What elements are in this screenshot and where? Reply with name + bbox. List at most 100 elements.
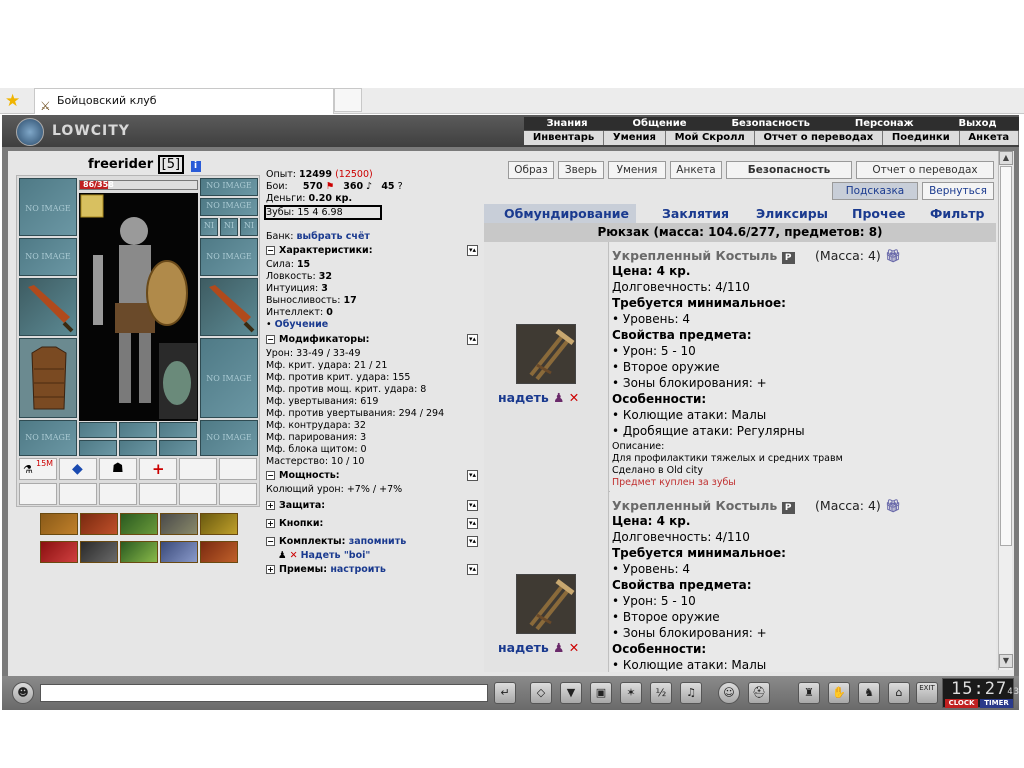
fraction-icon[interactable]: ½	[650, 682, 672, 704]
spell-3[interactable]	[120, 513, 158, 535]
new-tab-button[interactable]	[334, 88, 362, 112]
tab-other[interactable]: Прочее	[852, 204, 906, 223]
wear-link[interactable]: надеть	[498, 390, 549, 405]
belt-slot-7[interactable]	[19, 483, 57, 505]
item-image[interactable]	[516, 324, 576, 384]
shirt-icon[interactable]: ♟	[553, 390, 564, 405]
back-button[interactable]: Вернуться	[922, 182, 994, 200]
slot-ring-1[interactable]: NI	[200, 218, 218, 236]
delete-icon[interactable]: ✕	[290, 550, 298, 561]
slot-legs[interactable]: NO IMAGE	[200, 420, 258, 456]
smiley-icon[interactable]: ☺	[718, 682, 740, 704]
remember-set-link[interactable]: запомнить	[349, 536, 407, 547]
belt-slot-2[interactable]: ◆	[59, 458, 97, 480]
slot-boots[interactable]: NO IMAGE	[19, 420, 77, 456]
sound-icon[interactable]: ♫	[680, 682, 702, 704]
belt-slot-12[interactable]	[219, 483, 257, 505]
chat-head-icon[interactable]: ☻	[12, 682, 34, 704]
enter-icon[interactable]: ↵	[494, 682, 516, 704]
bottle-icon[interactable]: ♜	[798, 682, 820, 704]
menu-security[interactable]: Безопасность	[709, 117, 832, 130]
slot-small-5[interactable]	[119, 440, 157, 456]
submenu-scroll[interactable]: Мой Скролл	[666, 131, 755, 145]
scrollbar[interactable]: ▲ ▼	[998, 151, 1013, 670]
slot-earrings[interactable]: NO IMAGE	[200, 178, 258, 196]
slot-small-2[interactable]	[119, 422, 157, 438]
tricks-header[interactable]: + Приемы: настроить ▾▴	[266, 564, 478, 576]
slot-amulet[interactable]: NO IMAGE	[19, 238, 77, 276]
move-icons[interactable]: ▾▴	[466, 470, 478, 481]
eraser-icon[interactable]: ◇	[530, 682, 552, 704]
slot-armor[interactable]	[19, 338, 77, 418]
item-image[interactable]	[516, 574, 576, 634]
profile-button[interactable]: Анкета	[670, 161, 722, 179]
filter-icon[interactable]: ▼	[560, 682, 582, 704]
menu-knowledge[interactable]: Знания	[524, 117, 610, 130]
pet-button[interactable]: Зверь	[558, 161, 604, 179]
hint-button[interactable]: Подсказка	[832, 182, 918, 200]
skills-button[interactable]: Умения	[608, 161, 666, 179]
characteristics-header[interactable]: − Характеристики: ▾▴	[266, 245, 478, 257]
submenu-skills[interactable]: Умения	[604, 131, 666, 145]
delete-icon[interactable]: ✕	[569, 390, 579, 405]
spell-9[interactable]	[160, 541, 198, 563]
spell-7[interactable]	[80, 541, 118, 563]
belt-slot-3[interactable]: ☗	[99, 458, 137, 480]
transfers-report-button[interactable]: Отчет о переводах	[856, 161, 994, 179]
wear-set-link[interactable]: Надеть "boi"	[301, 550, 371, 561]
bank-link[interactable]: выбрать счёт	[297, 231, 370, 242]
slot-shield[interactable]: NO IMAGE	[200, 338, 258, 418]
star-icon[interactable]: ★	[5, 91, 20, 111]
modifiers-header[interactable]: − Модификаторы: ▾▴	[266, 334, 478, 346]
slot-small-4[interactable]	[79, 440, 117, 456]
slot-ring-2[interactable]: NI	[220, 218, 238, 236]
chat-input[interactable]	[40, 684, 488, 702]
spell-2[interactable]	[80, 513, 118, 535]
slot-small-6[interactable]	[159, 440, 197, 456]
move-icons[interactable]: ▾▴	[466, 536, 478, 547]
power-header[interactable]: − Мощность: ▾▴	[266, 470, 478, 482]
delete-icon[interactable]: ✕	[569, 640, 579, 655]
protection-header[interactable]: + Защита: ▾▴	[266, 500, 478, 512]
slot-ring-3[interactable]: NI	[240, 218, 258, 236]
save-icon[interactable]: ▣	[590, 682, 612, 704]
house-icon[interactable]: ⌂	[888, 682, 910, 704]
character-name-text[interactable]: freerider	[88, 157, 153, 172]
spell-10[interactable]	[200, 541, 238, 563]
slot-necklace[interactable]: NO IMAGE	[200, 198, 258, 216]
slot-small-1[interactable]	[79, 422, 117, 438]
buttons-header[interactable]: + Кнопки: ▾▴	[266, 518, 478, 530]
spell-1[interactable]	[40, 513, 78, 535]
belt-slot-1[interactable]: 15M ⚗	[19, 458, 57, 480]
scroll-down-icon[interactable]: ▼	[999, 654, 1013, 668]
move-icons[interactable]: ▾▴	[466, 518, 478, 529]
move-icons[interactable]: ▾▴	[466, 245, 478, 256]
image-button[interactable]: Образ	[508, 161, 554, 179]
spell-6[interactable]	[40, 541, 78, 563]
character-image[interactable]	[79, 193, 198, 421]
submenu-transfers[interactable]: Отчет о переводах	[755, 131, 884, 145]
slot-weapon-left[interactable]	[19, 278, 77, 336]
helmet-icon[interactable]: ⛑	[748, 682, 770, 704]
submenu-inventory[interactable]: Инвентарь	[524, 131, 605, 145]
slot-helmet[interactable]: NO IMAGE	[19, 178, 77, 236]
move-icons[interactable]: ▾▴	[466, 500, 478, 511]
belt-slot-10[interactable]	[139, 483, 177, 505]
menu-character[interactable]: Персонаж	[832, 117, 936, 130]
tab-elixirs[interactable]: Эликсиры	[756, 204, 828, 223]
slot-gloves[interactable]: NO IMAGE	[200, 238, 258, 276]
browser-tab[interactable]: ⚔ Бойцовский клуб	[34, 88, 334, 114]
tab-spells[interactable]: Заклятия	[662, 204, 729, 223]
training-link[interactable]: Обучение	[275, 319, 329, 330]
clock-button[interactable]: CLOCK	[945, 699, 978, 708]
belt-slot-9[interactable]	[99, 483, 137, 505]
move-icons[interactable]: ▾▴	[466, 334, 478, 345]
belt-slot-4[interactable]: +	[139, 458, 177, 480]
sets-header[interactable]: − Комплекты: запомнить ▾▴	[266, 536, 478, 548]
spell-4[interactable]	[160, 513, 198, 535]
belt-slot-5[interactable]	[179, 458, 217, 480]
tab-equipment[interactable]: Обмундирование	[504, 204, 629, 223]
menu-social[interactable]: Общение	[610, 117, 709, 130]
belt-slot-6[interactable]	[219, 458, 257, 480]
monster-icon[interactable]: ♞	[858, 682, 880, 704]
